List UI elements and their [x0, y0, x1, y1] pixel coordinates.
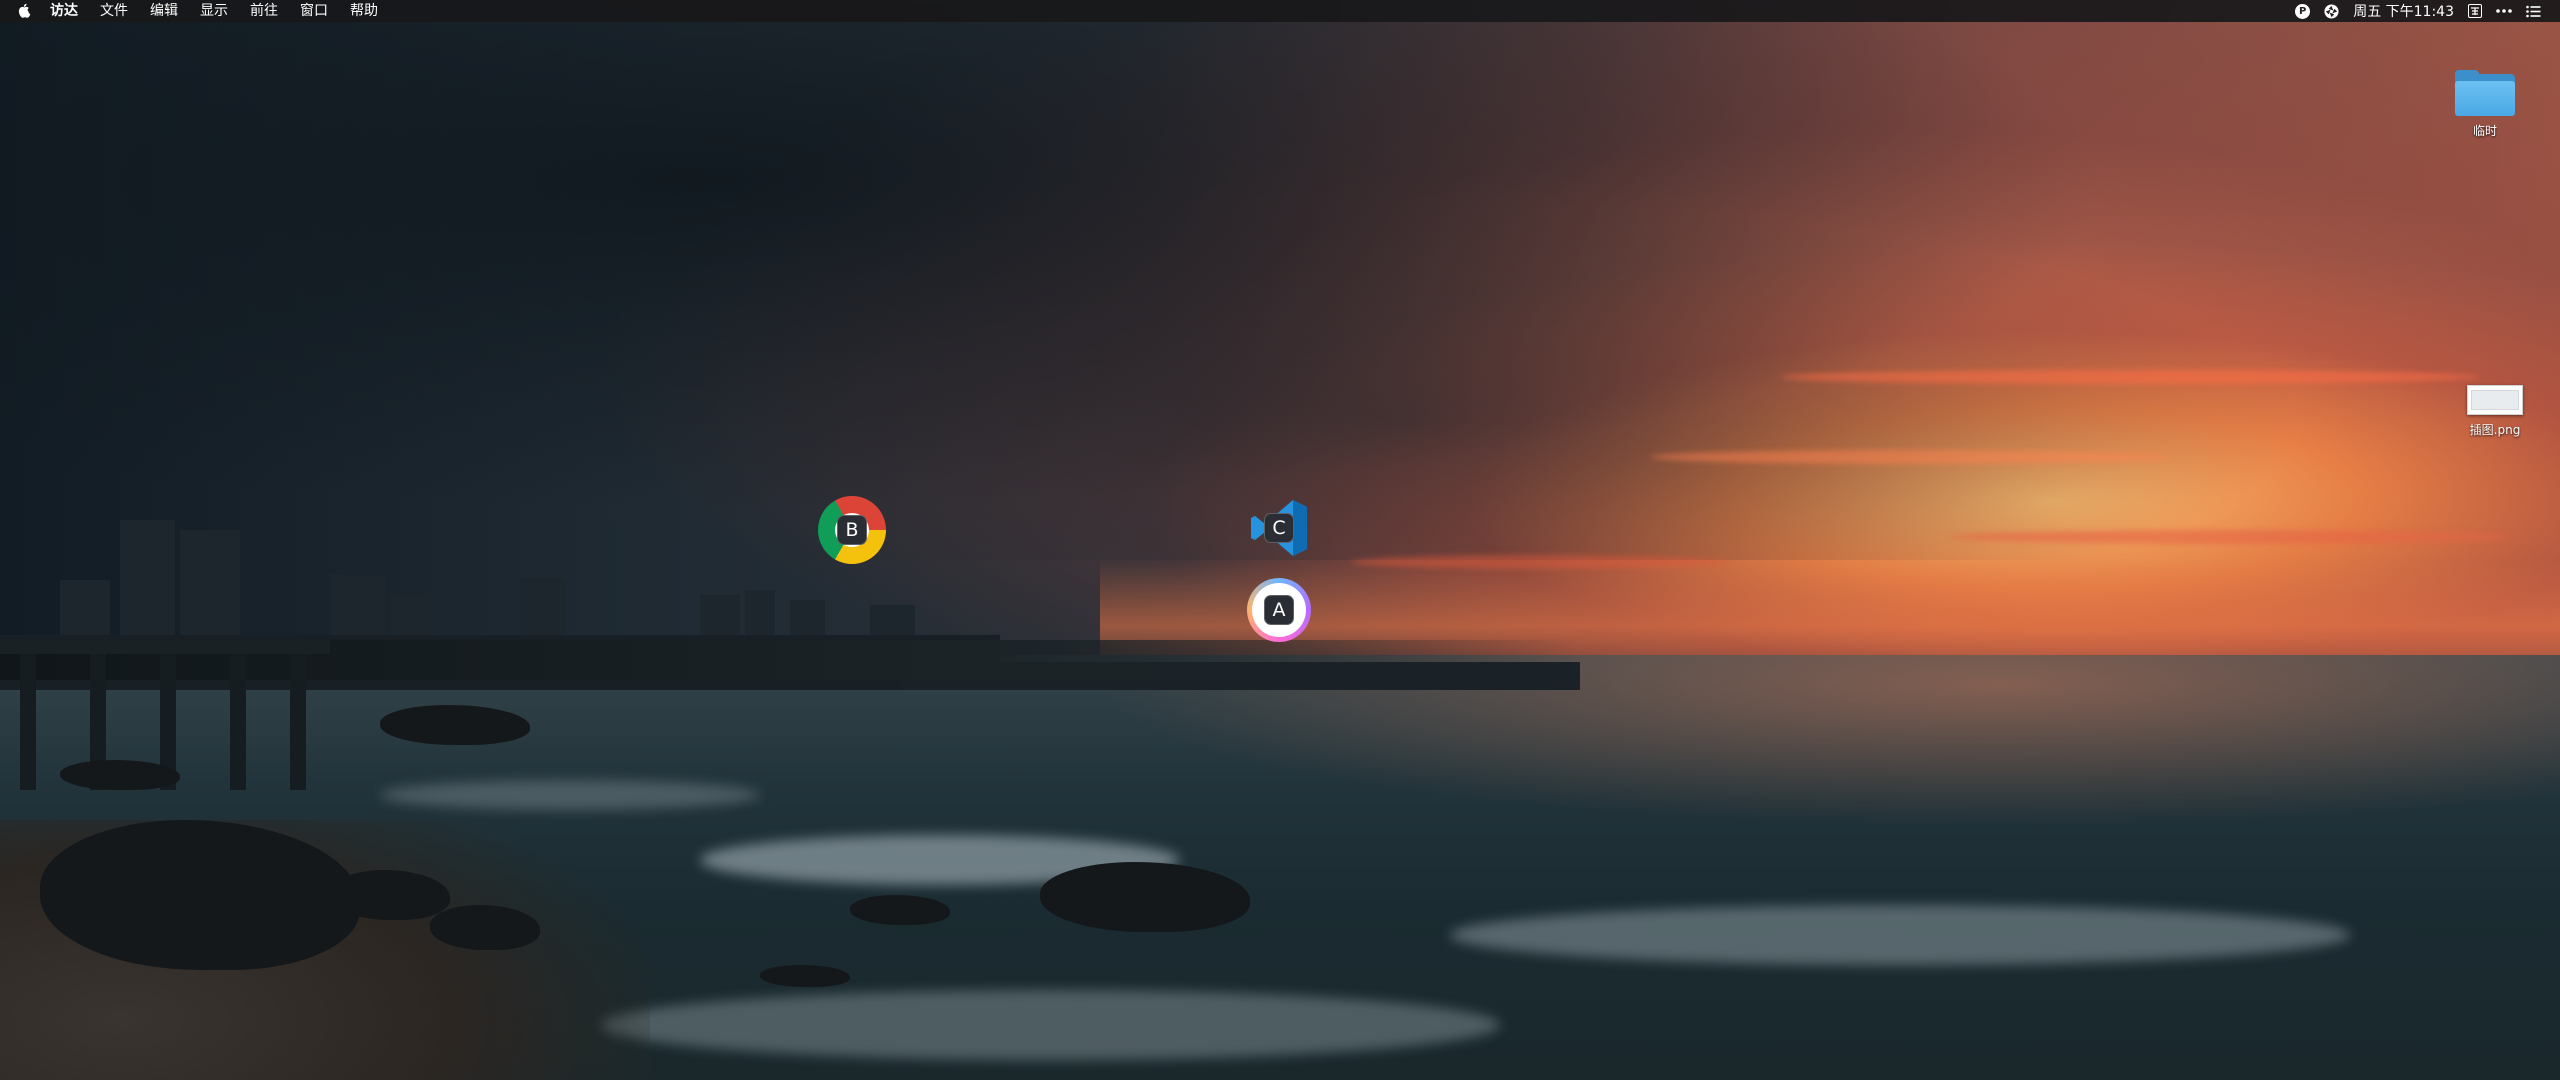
wallpaper-cloud-streak — [1650, 450, 2170, 464]
desktop-folder-item[interactable]: 临时 — [2450, 70, 2520, 139]
badge-letter-c: C — [1264, 513, 1294, 543]
wallpaper-wave — [600, 990, 1500, 1060]
status-aperture-icon[interactable] — [2317, 0, 2346, 22]
menu-bar: 访达 文件 编辑 显示 前往 窗口 帮助 P 周五 下午11:43 — [0, 0, 2560, 22]
status-notification-center[interactable] — [2519, 0, 2548, 22]
menu-go[interactable]: 前往 — [239, 0, 289, 22]
badge-letter-a: A — [1264, 595, 1294, 625]
menu-bar-left: 访达 文件 编辑 显示 前往 窗口 帮助 — [0, 0, 389, 22]
input-method-icon — [2468, 4, 2482, 18]
p-badge-icon: P — [2295, 3, 2311, 19]
status-p-icon[interactable]: P — [2288, 0, 2317, 22]
status-more-icon[interactable] — [2489, 0, 2519, 22]
png-file-icon — [2467, 385, 2523, 415]
wallpaper-wave — [1450, 905, 2350, 965]
desktop-png-label: 插图.png — [2469, 423, 2521, 437]
folder-icon — [2455, 70, 2515, 116]
aperture-icon — [2324, 3, 2339, 19]
wallpaper-cloud-streak — [1780, 370, 2480, 384]
menu-app-name[interactable]: 访达 — [50, 0, 89, 22]
wallpaper-rock — [760, 965, 850, 987]
wallpaper-rock — [380, 705, 530, 745]
ellipsis-icon — [2496, 9, 2512, 13]
menu-window[interactable]: 窗口 — [289, 0, 339, 22]
vscode-app-badge[interactable]: C — [1245, 494, 1313, 562]
desktop-png-item[interactable]: 插图.png — [2455, 385, 2535, 438]
menu-view[interactable]: 显示 — [189, 0, 239, 22]
menu-bar-status-area: P 周五 下午11:43 — [2288, 0, 2560, 22]
launcher-app-badge[interactable]: A — [1245, 576, 1313, 644]
list-bullets-icon — [2526, 5, 2541, 17]
wallpaper-wave — [380, 780, 760, 810]
badge-letter-b: B — [837, 515, 867, 545]
desktop[interactable]: 访达 文件 编辑 显示 前往 窗口 帮助 P 周五 下午11:43 临时 插图.… — [0, 0, 2560, 1080]
wallpaper-rock — [850, 895, 950, 925]
status-input-method[interactable] — [2461, 0, 2489, 22]
menu-file[interactable]: 文件 — [89, 0, 139, 22]
menu-help[interactable]: 帮助 — [339, 0, 389, 22]
apple-menu-icon[interactable] — [18, 3, 32, 19]
desktop-folder-label: 临时 — [2472, 124, 2497, 138]
chrome-app-badge[interactable]: B — [818, 496, 886, 564]
menu-bar-clock[interactable]: 周五 下午11:43 — [2346, 0, 2461, 22]
wallpaper-rock — [60, 760, 180, 790]
wallpaper-cloud-streak — [1950, 530, 2510, 544]
menu-edit[interactable]: 编辑 — [139, 0, 189, 22]
